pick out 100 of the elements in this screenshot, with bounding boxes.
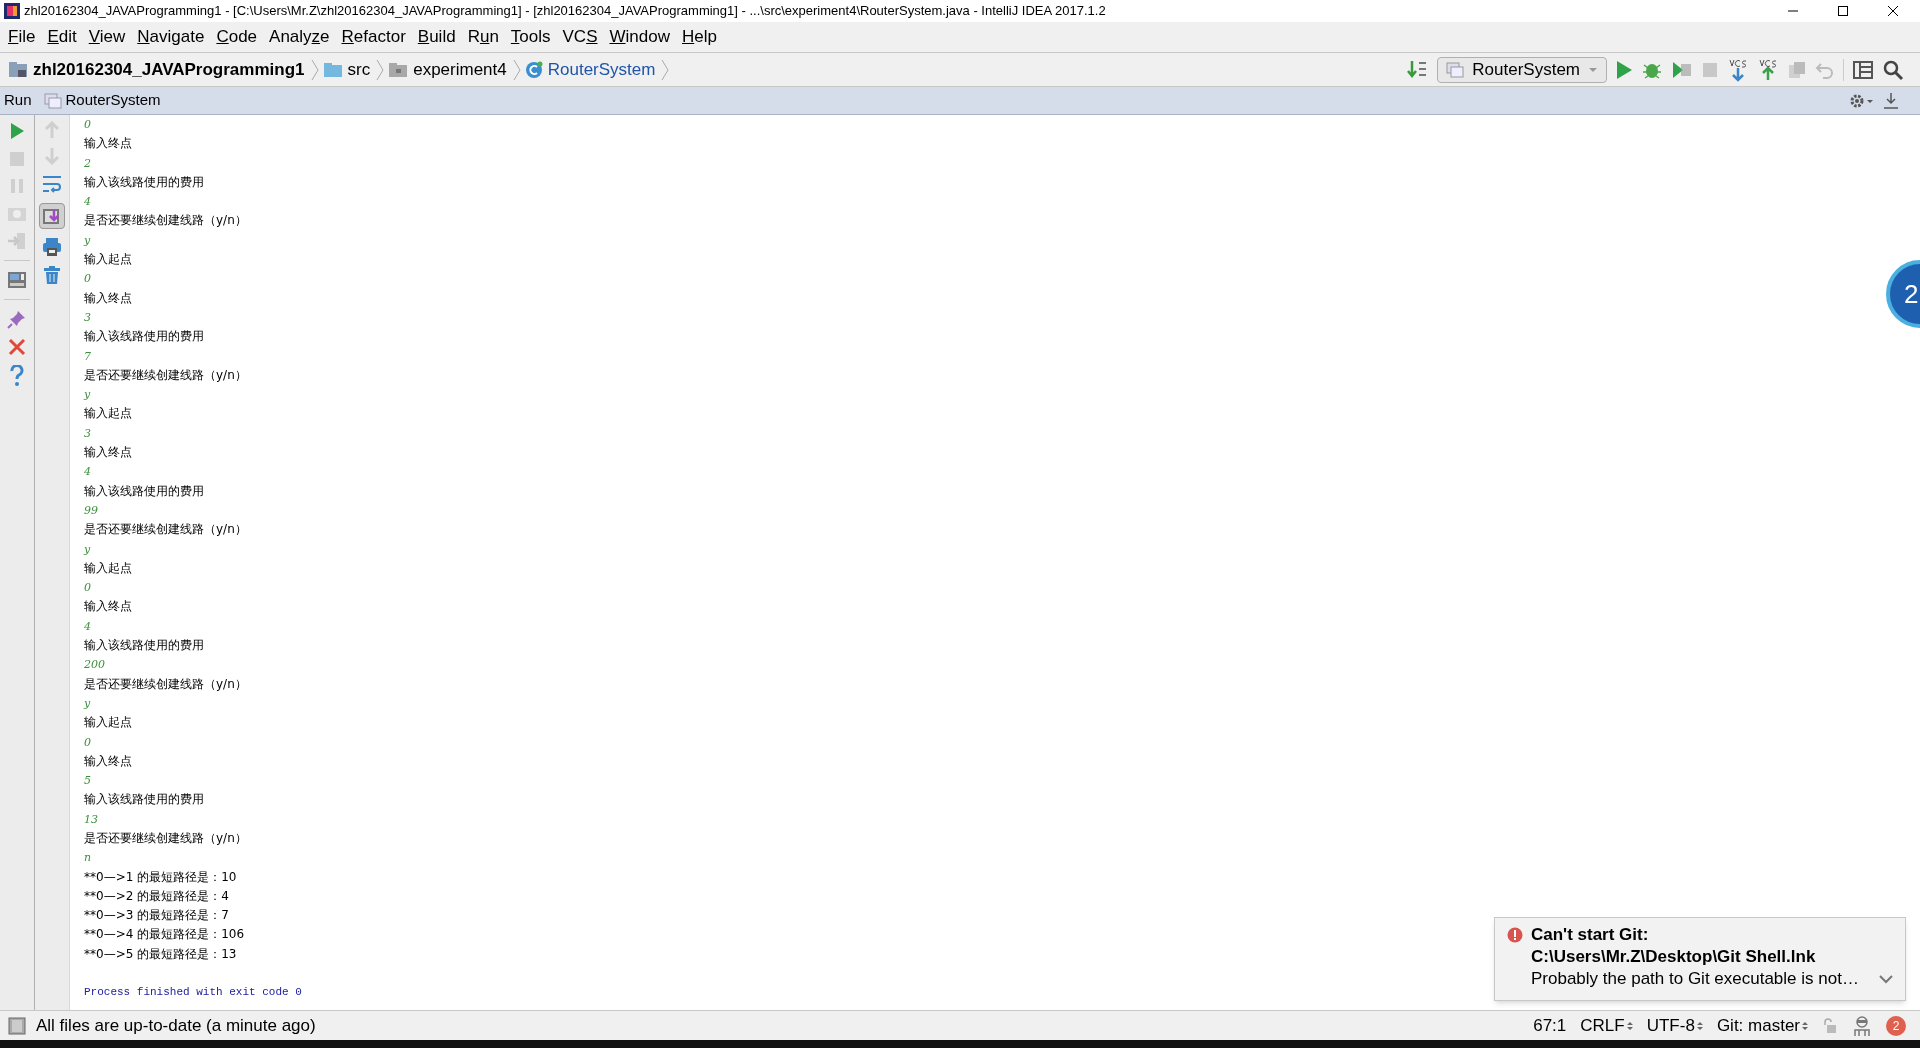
- pin-icon[interactable]: [7, 309, 27, 329]
- console-output-text: 是否还要继续创建线路（y/n）: [84, 366, 247, 384]
- caret-position[interactable]: 67:1: [1533, 1012, 1567, 1039]
- console-output-text: 输入该线路使用的费用: [84, 173, 204, 191]
- breadcrumb[interactable]: zhl20162304_JAVAProgramming1: [8, 56, 307, 83]
- console-input-text: 200: [84, 657, 105, 674]
- folder-icon: [388, 61, 409, 78]
- menu-item[interactable]: Help: [675, 24, 723, 50]
- console-output-text: 输入终点: [84, 289, 132, 307]
- hide-panel-icon[interactable]: [1882, 91, 1900, 110]
- window-title: zhl20162304_JAVAProgramming1 - [C:\Users\Mr.Z\zhl20162304_JAVAProgramming1] - [zhl20162304_JAVAProgramming1] - ...\src\experiment4\RouterSystem.java - IntelliJ IDEA 2017.1.2: [24, 2, 1106, 21]
- breadcrumb[interactable]: experiment4: [388, 56, 509, 83]
- trash-icon[interactable]: [43, 265, 61, 285]
- console-output-text: 输入该线路使用的费用: [84, 328, 204, 346]
- breadcrumb-separator-icon: [512, 58, 521, 81]
- run-icon[interactable]: [1615, 59, 1633, 80]
- console-status-text: Process finished with exit code 0: [84, 985, 302, 1001]
- run-tab[interactable]: RouterSystem: [39, 89, 165, 112]
- menu-item[interactable]: Navigate: [131, 24, 211, 50]
- scroll-to-end-icon: [42, 206, 62, 226]
- menu-item[interactable]: Edit: [41, 24, 83, 50]
- menu-item[interactable]: View: [82, 24, 132, 50]
- console-input-text: y: [84, 232, 91, 249]
- compare-icon[interactable]: [1787, 59, 1807, 80]
- encoding-selector[interactable]: UTF-8: [1646, 1012, 1703, 1039]
- console-input-text: 0: [84, 734, 91, 751]
- menu-item[interactable]: Code: [210, 24, 264, 50]
- floating-counter-badge[interactable]: 2: [1886, 260, 1920, 328]
- console-input-text: y: [84, 541, 91, 558]
- status-message: All files are up-to-date (a minute ago): [36, 1014, 316, 1037]
- console-output-text: 输入该线路使用的费用: [84, 791, 204, 809]
- breadcrumb-separator-icon: [376, 58, 385, 81]
- console-input-text: y: [84, 387, 91, 404]
- class-icon: [524, 60, 543, 79]
- console-output-text: 是否还要继续创建线路（y/n）: [84, 212, 247, 230]
- error-icon: [1507, 927, 1523, 943]
- rerun-icon[interactable]: [8, 121, 26, 141]
- breadcrumb[interactable]: RouterSystem: [524, 56, 658, 83]
- console-input-text: 99: [84, 502, 98, 519]
- console-input-text: 0: [84, 117, 91, 133]
- menu-item[interactable]: Refactor: [335, 24, 412, 50]
- menu-item[interactable]: Run: [461, 24, 505, 50]
- breadcrumb[interactable]: src: [322, 56, 373, 83]
- up-down-arrow-icon: [1802, 1020, 1808, 1031]
- soft-wrap-icon[interactable]: [41, 173, 63, 195]
- chevron-down-icon[interactable]: [1879, 974, 1893, 984]
- panel-toggle-icon[interactable]: [8, 1016, 26, 1035]
- menu-item[interactable]: Build: [411, 24, 462, 50]
- notification-path: C:\Users\Mr.Z\Desktop\Git Shell.lnk: [1531, 946, 1817, 968]
- console-output-text: **0—>2 的最短路径是：4: [84, 887, 229, 905]
- menu-item[interactable]: Analyze: [263, 24, 336, 50]
- lock-icon[interactable]: [1822, 1017, 1838, 1034]
- console-input-text: 5: [84, 773, 91, 790]
- console-output-text: **0—>4 的最短路径是：106: [84, 926, 245, 944]
- console-input-text: 2: [84, 155, 91, 172]
- vcs-commit-icon[interactable]: [1757, 57, 1779, 82]
- console-output-text: 输入该线路使用的费用: [84, 482, 204, 500]
- project-icon: [8, 61, 28, 78]
- console-output-text: 输入起点: [84, 405, 132, 423]
- console-input-text: 13: [84, 811, 98, 828]
- scroll-to-end-toggle[interactable]: [39, 203, 65, 229]
- console-input-text: 3: [84, 309, 91, 326]
- folder-icon: [322, 61, 343, 78]
- maximize-icon: [1837, 5, 1849, 17]
- menu-item[interactable]: Tools: [504, 24, 557, 50]
- notification-message: Probably the path to Git executable is not…: [1531, 968, 1859, 990]
- inspector-icon[interactable]: [1852, 1014, 1872, 1037]
- event-log-badge[interactable]: 2: [1886, 1015, 1906, 1036]
- run-config-icon: [43, 92, 62, 109]
- breadcrumb-separator-icon: [310, 58, 319, 81]
- layout-icon[interactable]: [7, 270, 27, 290]
- vcs-branch-selector[interactable]: Git: master: [1716, 1012, 1808, 1039]
- line-separator-selector[interactable]: CRLF: [1580, 1012, 1633, 1039]
- close-icon: [1887, 5, 1899, 17]
- console-output-text: 输入起点: [84, 251, 132, 269]
- menu-item[interactable]: VCS: [556, 24, 604, 50]
- menu-item[interactable]: Window: [603, 24, 676, 50]
- up-down-arrow-icon: [1696, 1020, 1703, 1031]
- panel-title: Run: [4, 90, 32, 111]
- console-output-text: 输入该线路使用的费用: [84, 637, 204, 654]
- breadcrumb-separator-icon: [661, 58, 670, 81]
- help-icon[interactable]: [9, 365, 25, 387]
- menu-item[interactable]: File: [2, 24, 42, 50]
- search-icon[interactable]: [1882, 58, 1904, 81]
- console-output-text: 输入终点: [84, 752, 132, 770]
- console-output-text: **0—>3 的最短路径是：7: [84, 907, 229, 925]
- project-structure-icon[interactable]: [1852, 58, 1874, 81]
- console-input-text: 4: [84, 464, 91, 481]
- dropdown-arrow-icon: [1588, 66, 1598, 73]
- console-input-text: 0: [84, 580, 91, 597]
- console-input-text: 3: [84, 425, 91, 442]
- vcs-update-icon[interactable]: [1727, 57, 1749, 82]
- print-icon[interactable]: [42, 237, 62, 257]
- console-output-text: 输入终点: [84, 135, 132, 153]
- close-icon[interactable]: [8, 338, 26, 356]
- console-input-text: y: [84, 695, 91, 712]
- console-input-text: 0: [84, 271, 91, 288]
- run-config-dropdown[interactable]: RouterSystem: [1437, 56, 1607, 83]
- notification-title: Can't start Git:: [1531, 924, 1650, 946]
- console-output-text: 是否还要继续创建线路（y/n）: [84, 830, 247, 847]
